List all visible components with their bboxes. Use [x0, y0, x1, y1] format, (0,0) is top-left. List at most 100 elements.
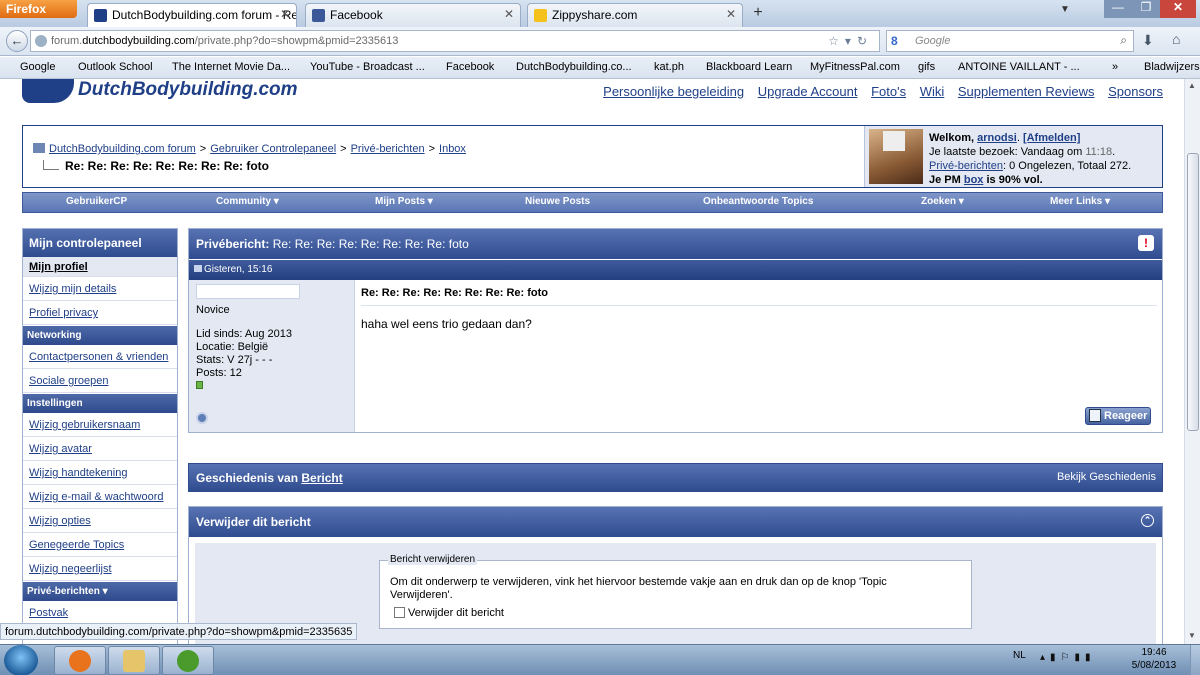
link-supplementen-reviews[interactable]: Supplementen Reviews: [958, 84, 1095, 99]
sidebar-section-prive-berichten[interactable]: Privé-berichten ▾: [23, 581, 177, 601]
sidebar-item-genegeerde-topics[interactable]: Genegeerde Topics: [23, 533, 177, 557]
history-message-link[interactable]: Bericht: [301, 471, 342, 485]
report-warning-icon[interactable]: !: [1138, 235, 1154, 251]
bookmark-star-icon[interactable]: ☆: [828, 34, 845, 48]
menu-mijn-posts[interactable]: Mijn Posts ▾: [375, 196, 433, 207]
close-window-button[interactable]: ✕: [1160, 0, 1196, 18]
show-desktop-button[interactable]: [1190, 645, 1200, 675]
more-bookmarks-chevron[interactable]: »: [1112, 61, 1118, 73]
search-input[interactable]: 8 Google ⌕: [886, 30, 1134, 52]
menu-nieuwe-posts[interactable]: Nieuwe Posts: [525, 196, 590, 207]
bookmarks-menu[interactable]: Bladwijzers: [1128, 61, 1200, 73]
vertical-scrollbar[interactable]: ▲ ▼: [1184, 79, 1200, 644]
sidebar-item-label[interactable]: Wijzig negeerlijst: [29, 563, 112, 575]
sidebar-item-label[interactable]: Wijzig e-mail & wachtwoord: [29, 491, 163, 503]
view-history-link[interactable]: Bekijk Geschiedenis: [1057, 471, 1156, 483]
breadcrumb-controlepaneel[interactable]: Gebruiker Controlepaneel: [210, 143, 336, 155]
avatar[interactable]: [869, 129, 923, 184]
reload-icon[interactable]: ↻: [857, 34, 873, 48]
menu-gebruikercp[interactable]: GebruikerCP: [66, 196, 127, 207]
sidebar-item-label[interactable]: Wijzig opties: [29, 515, 91, 527]
delete-checkbox[interactable]: [394, 607, 405, 618]
breadcrumb-forum[interactable]: DutchBodybuilding.com forum: [49, 143, 196, 155]
sidebar-item-label[interactable]: Wijzig handtekening: [29, 467, 127, 479]
sidebar-item-label[interactable]: Wijzig gebruikersnaam: [29, 419, 140, 431]
link-fotos[interactable]: Foto's: [871, 84, 906, 99]
system-tray-icons[interactable]: ▴▮⚐▮▮: [1040, 652, 1096, 663]
bookmark-kat[interactable]: kat.ph: [638, 61, 684, 73]
sidebar-item-wijzig-opties[interactable]: Wijzig opties: [23, 509, 177, 533]
history-dropdown-icon[interactable]: ▾: [845, 34, 857, 48]
search-icon[interactable]: ⌕: [1120, 33, 1127, 48]
language-indicator[interactable]: NL: [1013, 650, 1026, 661]
bookmark-gifs-folder[interactable]: gifs: [902, 61, 935, 73]
close-tab-icon[interactable]: ✕: [726, 7, 736, 21]
bookmark-outlook[interactable]: Outlook School: [62, 61, 153, 73]
back-button[interactable]: ←: [6, 30, 28, 52]
delete-checkbox-label[interactable]: Verwijder dit bericht: [408, 607, 504, 619]
forum-home-icon[interactable]: [33, 143, 45, 153]
sidebar-item-wijzig-gebruikersnaam[interactable]: Wijzig gebruikersnaam: [23, 413, 177, 437]
firefox-menu-button[interactable]: Firefox: [0, 0, 77, 18]
sidebar-item-profiel-privacy[interactable]: Profiel privacy: [23, 301, 177, 325]
breadcrumb-prive-berichten[interactable]: Privé-berichten: [351, 143, 425, 155]
menu-meer-links[interactable]: Meer Links ▾: [1050, 196, 1110, 207]
sidebar-item-label[interactable]: Mijn profiel: [29, 261, 88, 273]
maximize-button[interactable]: ❐: [1132, 0, 1160, 18]
menu-zoeken[interactable]: Zoeken ▾: [921, 196, 964, 207]
minimize-button[interactable]: —: [1104, 0, 1132, 18]
sidebar-item-postvak[interactable]: Postvak: [23, 601, 177, 625]
pm-link[interactable]: Privé-berichten: [929, 160, 1003, 172]
collapse-icon[interactable]: ⌃: [1141, 514, 1154, 527]
tab-zippyshare[interactable]: Zippyshare.com ✕: [527, 3, 743, 27]
clock[interactable]: 19:46 5/08/2013: [1124, 646, 1184, 672]
sidebar-item-wijzig-mijn-details[interactable]: Wijzig mijn details: [23, 277, 177, 301]
sidebar-item-label[interactable]: Profiel privacy: [29, 307, 98, 319]
tab-dutchbodybuilding[interactable]: DutchBodybuilding.com forum - Re: ... ✕: [87, 3, 297, 27]
google-search-engine-icon[interactable]: 8: [891, 34, 905, 48]
sidebar-item-label[interactable]: Wijzig mijn details: [29, 283, 116, 295]
sidebar-item-label[interactable]: Contactpersonen & vrienden: [29, 351, 168, 363]
url-bar[interactable]: forum.dutchbodybuilding.com/private.php?…: [30, 30, 880, 52]
logout-link[interactable]: [Afmelden]: [1023, 132, 1080, 144]
sidebar-item-wijzig-negeerlijst[interactable]: Wijzig negeerlijst: [23, 557, 177, 581]
scroll-up-icon[interactable]: ▲: [1188, 81, 1196, 90]
close-tab-icon[interactable]: ✕: [280, 7, 290, 21]
online-status-icon[interactable]: [196, 412, 208, 424]
menu-onbeantwoorde-topics[interactable]: Onbeantwoorde Topics: [703, 196, 813, 207]
sidebar-item-wijzig-email-wachtwoord[interactable]: Wijzig e-mail & wachtwoord: [23, 485, 177, 509]
scroll-down-icon[interactable]: ▼: [1188, 631, 1196, 640]
sidebar-item-contactpersonen[interactable]: Contactpersonen & vrienden: [23, 345, 177, 369]
bookmark-google[interactable]: Google: [4, 61, 55, 73]
taskbar-firefox[interactable]: [54, 646, 106, 675]
breadcrumb-inbox[interactable]: Inbox: [439, 143, 466, 155]
sidebar-item-sociale-groepen[interactable]: Sociale groepen: [23, 369, 177, 393]
sidebar-item-mijn-profiel[interactable]: Mijn profiel: [23, 257, 177, 277]
delete-checkbox-row[interactable]: Verwijder dit bericht: [394, 607, 504, 619]
new-tab-button[interactable]: +: [746, 4, 770, 24]
taskbar-utorrent[interactable]: [162, 646, 214, 675]
scrollbar-thumb[interactable]: [1187, 153, 1199, 431]
bookmark-facebook[interactable]: Facebook: [430, 61, 494, 73]
username-link[interactable]: arnodsi: [977, 132, 1017, 144]
tab-facebook[interactable]: Facebook ✕: [305, 3, 521, 27]
link-upgrade-account[interactable]: Upgrade Account: [758, 84, 858, 99]
home-icon[interactable]: ⌂: [1172, 31, 1180, 47]
bookmark-dutchbodybuilding[interactable]: DutchBodybuilding.co...: [500, 61, 632, 73]
bookmark-blackboard[interactable]: Blackboard Learn: [690, 61, 792, 73]
sidebar-item-label[interactable]: Wijzig avatar: [29, 443, 92, 455]
sidebar-item-label[interactable]: Postvak: [29, 607, 68, 619]
sidebar-item-label[interactable]: Genegeerde Topics: [29, 539, 124, 551]
bookmark-imdb[interactable]: The Internet Movie Da...: [156, 61, 290, 73]
link-persoonlijke-begeleiding[interactable]: Persoonlijke begeleiding: [603, 84, 744, 99]
downloads-icon[interactable]: ⬇: [1142, 32, 1154, 49]
sidebar-item-label[interactable]: Sociale groepen: [29, 375, 109, 387]
sidebar-item-wijzig-avatar[interactable]: Wijzig avatar: [23, 437, 177, 461]
bookmark-antoine-vaillant[interactable]: ANTOINE VAILLANT - ...: [942, 61, 1080, 73]
start-button[interactable]: [4, 645, 38, 675]
sidebar-item-wijzig-handtekening[interactable]: Wijzig handtekening: [23, 461, 177, 485]
close-tab-icon[interactable]: ✕: [504, 7, 514, 21]
link-sponsors[interactable]: Sponsors: [1108, 84, 1163, 99]
taskbar-explorer[interactable]: [108, 646, 160, 675]
pm-box-link[interactable]: box: [964, 174, 984, 186]
